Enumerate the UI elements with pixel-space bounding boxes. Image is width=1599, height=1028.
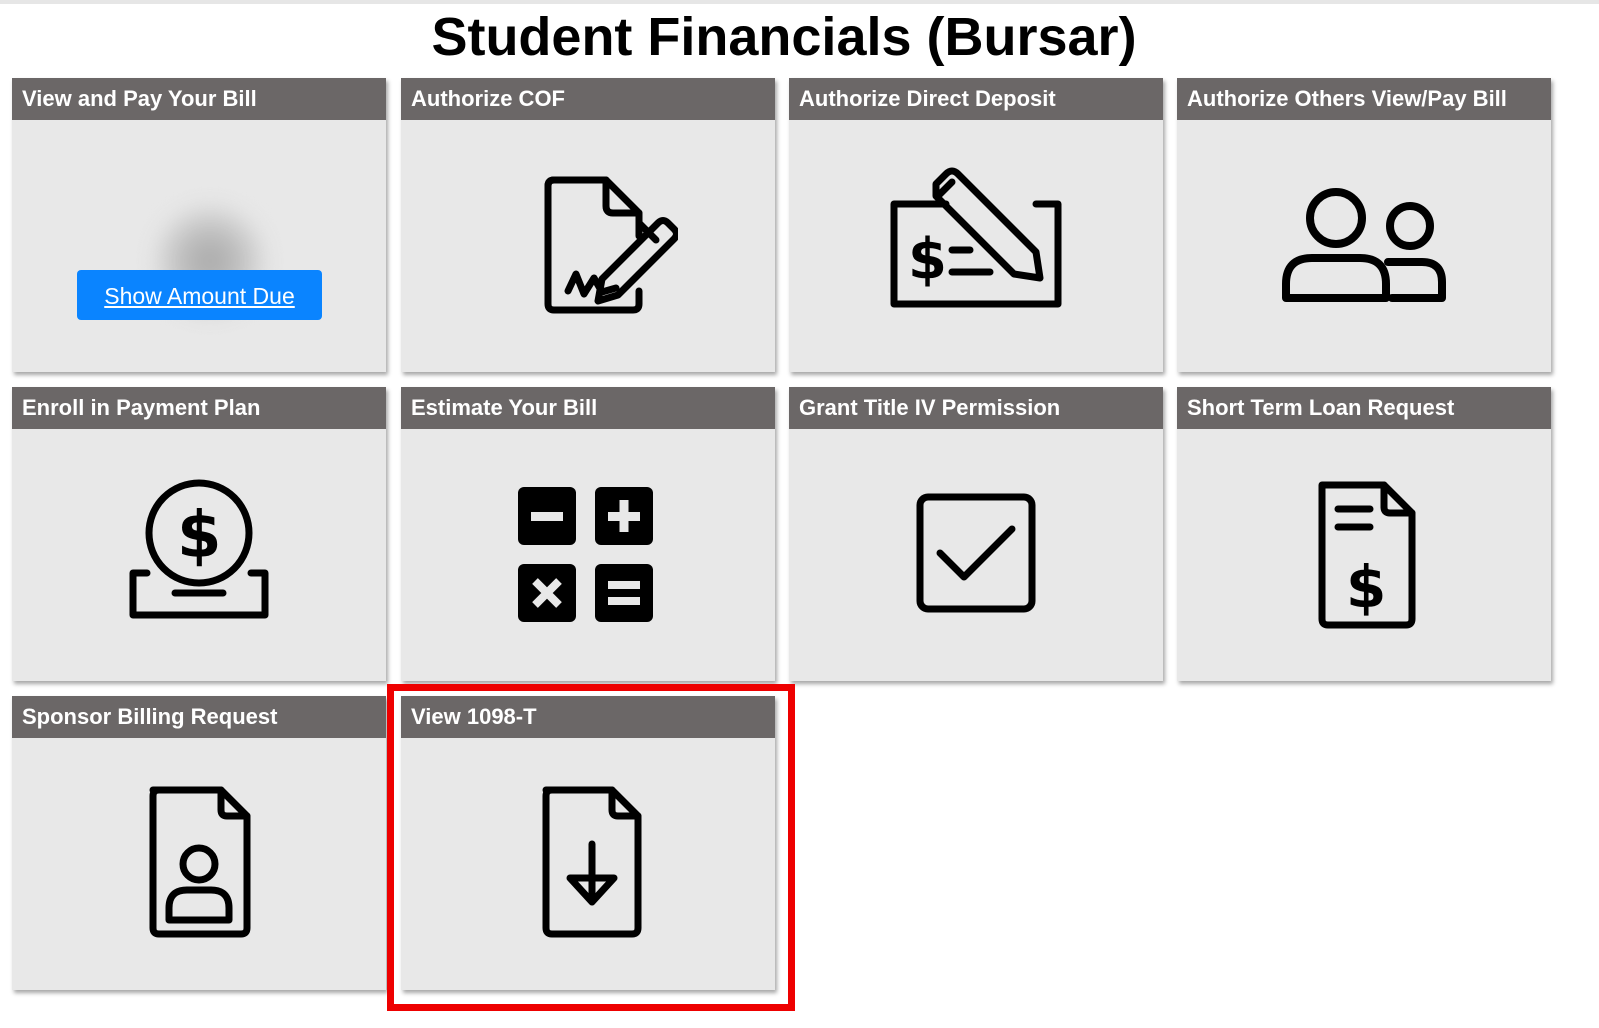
document-download-icon — [542, 786, 642, 938]
tile-title: Authorize Direct Deposit — [789, 78, 1163, 120]
tile-view-and-pay-bill[interactable]: View and Pay Your Bill Show Amount Due — [12, 78, 386, 372]
tile-short-term-loan[interactable]: Short Term Loan Request $ — [1177, 387, 1551, 681]
tile-grant-title-iv[interactable]: Grant Title IV Permission — [789, 387, 1163, 681]
document-user-icon — [149, 786, 251, 938]
tile-title: Short Term Loan Request — [1177, 387, 1551, 429]
checkbox-icon — [916, 493, 1036, 613]
check-pencil-icon: $ — [890, 167, 1062, 308]
tile-title: View 1098-T — [401, 696, 775, 738]
tile-sponsor-billing[interactable]: Sponsor Billing Request — [12, 696, 386, 990]
tile-title: Estimate Your Bill — [401, 387, 775, 429]
tile-title: Authorize COF — [401, 78, 775, 120]
tile-authorize-direct-deposit[interactable]: Authorize Direct Deposit $ — [789, 78, 1163, 372]
svg-text:$: $ — [177, 499, 222, 573]
show-amount-due-button[interactable]: Show Amount Due — [77, 270, 322, 320]
coin-deposit-icon: $ — [129, 479, 269, 619]
tile-authorize-cof[interactable]: Authorize COF — [401, 78, 775, 372]
users-icon — [1282, 188, 1446, 302]
tile-estimate-bill[interactable]: Estimate Your Bill — [401, 387, 775, 681]
tile-view-1098t[interactable]: View 1098-T — [401, 696, 775, 990]
tile-authorize-others[interactable]: Authorize Others View/Pay Bill — [1177, 78, 1551, 372]
tile-title: Grant Title IV Permission — [789, 387, 1163, 429]
tile-title: Enroll in Payment Plan — [12, 387, 386, 429]
tile-title: View and Pay Your Bill — [12, 78, 386, 120]
page-title: Student Financials (Bursar) — [431, 7, 1137, 67]
svg-text:$: $ — [908, 227, 947, 292]
svg-text:$: $ — [1346, 553, 1386, 621]
tile-enroll-payment-plan[interactable]: Enroll in Payment Plan $ — [12, 387, 386, 681]
calculator-icon — [518, 487, 653, 622]
invoice-dollar-icon: $ — [1318, 481, 1416, 629]
tile-title: Sponsor Billing Request — [12, 696, 386, 738]
document-signature-icon — [544, 176, 678, 314]
tile-title: Authorize Others View/Pay Bill — [1177, 78, 1551, 120]
